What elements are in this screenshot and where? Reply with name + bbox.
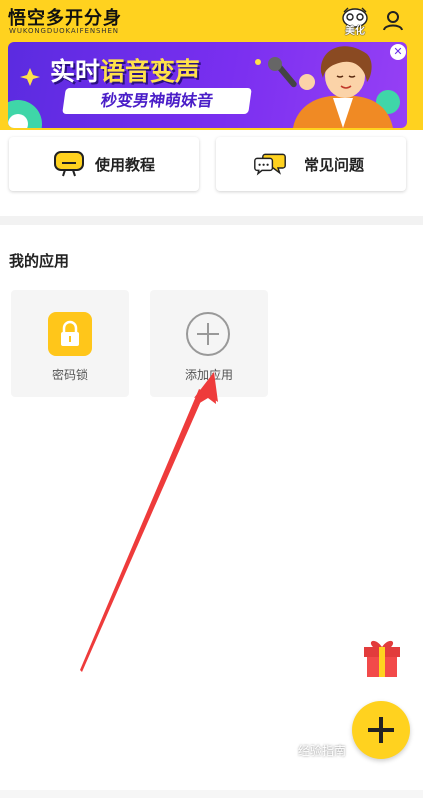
plus-icon xyxy=(368,717,394,743)
bottom-edge xyxy=(0,790,423,798)
app-header: 悟空多开分身 WUKONGDUOKAIFENSHEN 美化 xyxy=(0,0,423,42)
app-tile-label: 添加应用 xyxy=(184,368,233,382)
tutorial-label: 使用教程 xyxy=(95,156,156,174)
faq-label: 常见问题 xyxy=(304,156,365,174)
tutorial-icon xyxy=(54,151,84,177)
banner-subline: 秒变男神萌妹音 xyxy=(62,88,252,114)
my-apps-title: 我的应用 xyxy=(9,252,70,270)
banner-pager xyxy=(190,120,235,128)
singer-illustration xyxy=(268,46,393,128)
banner-headline-part1: 实时 xyxy=(50,57,101,86)
chat-bubbles-icon xyxy=(254,153,286,176)
add-app-tile[interactable]: 添加应用 xyxy=(150,290,268,397)
banner-headline: 实时语音变声 xyxy=(50,52,200,88)
close-icon[interactable]: ✕ xyxy=(390,44,406,60)
tutorial-card[interactable]: 使用教程 xyxy=(9,137,199,191)
app-tile-password-lock[interactable]: 密码锁 xyxy=(11,290,129,397)
app-subtitle: WUKONGDUOKAIFENSHEN xyxy=(9,27,119,35)
plus-circle-icon xyxy=(186,312,230,356)
beautify-button[interactable]: 美化 xyxy=(340,6,370,37)
beautify-label: 美化 xyxy=(345,26,365,37)
gift-icon[interactable] xyxy=(361,637,403,679)
faq-card[interactable]: 常见问题 xyxy=(216,137,406,191)
banner-headline-part2: 语音变声 xyxy=(100,57,201,86)
watermark: 经验指南 xyxy=(298,744,347,758)
promo-banner[interactable]: 实时语音变声 秒变男神萌妹音 xyxy=(8,42,407,128)
app-tile-label: 密码锁 xyxy=(51,368,88,382)
lock-icon xyxy=(48,312,92,356)
section-divider xyxy=(0,216,423,225)
user-icon[interactable] xyxy=(382,9,404,31)
add-fab-button[interactable] xyxy=(352,701,410,759)
